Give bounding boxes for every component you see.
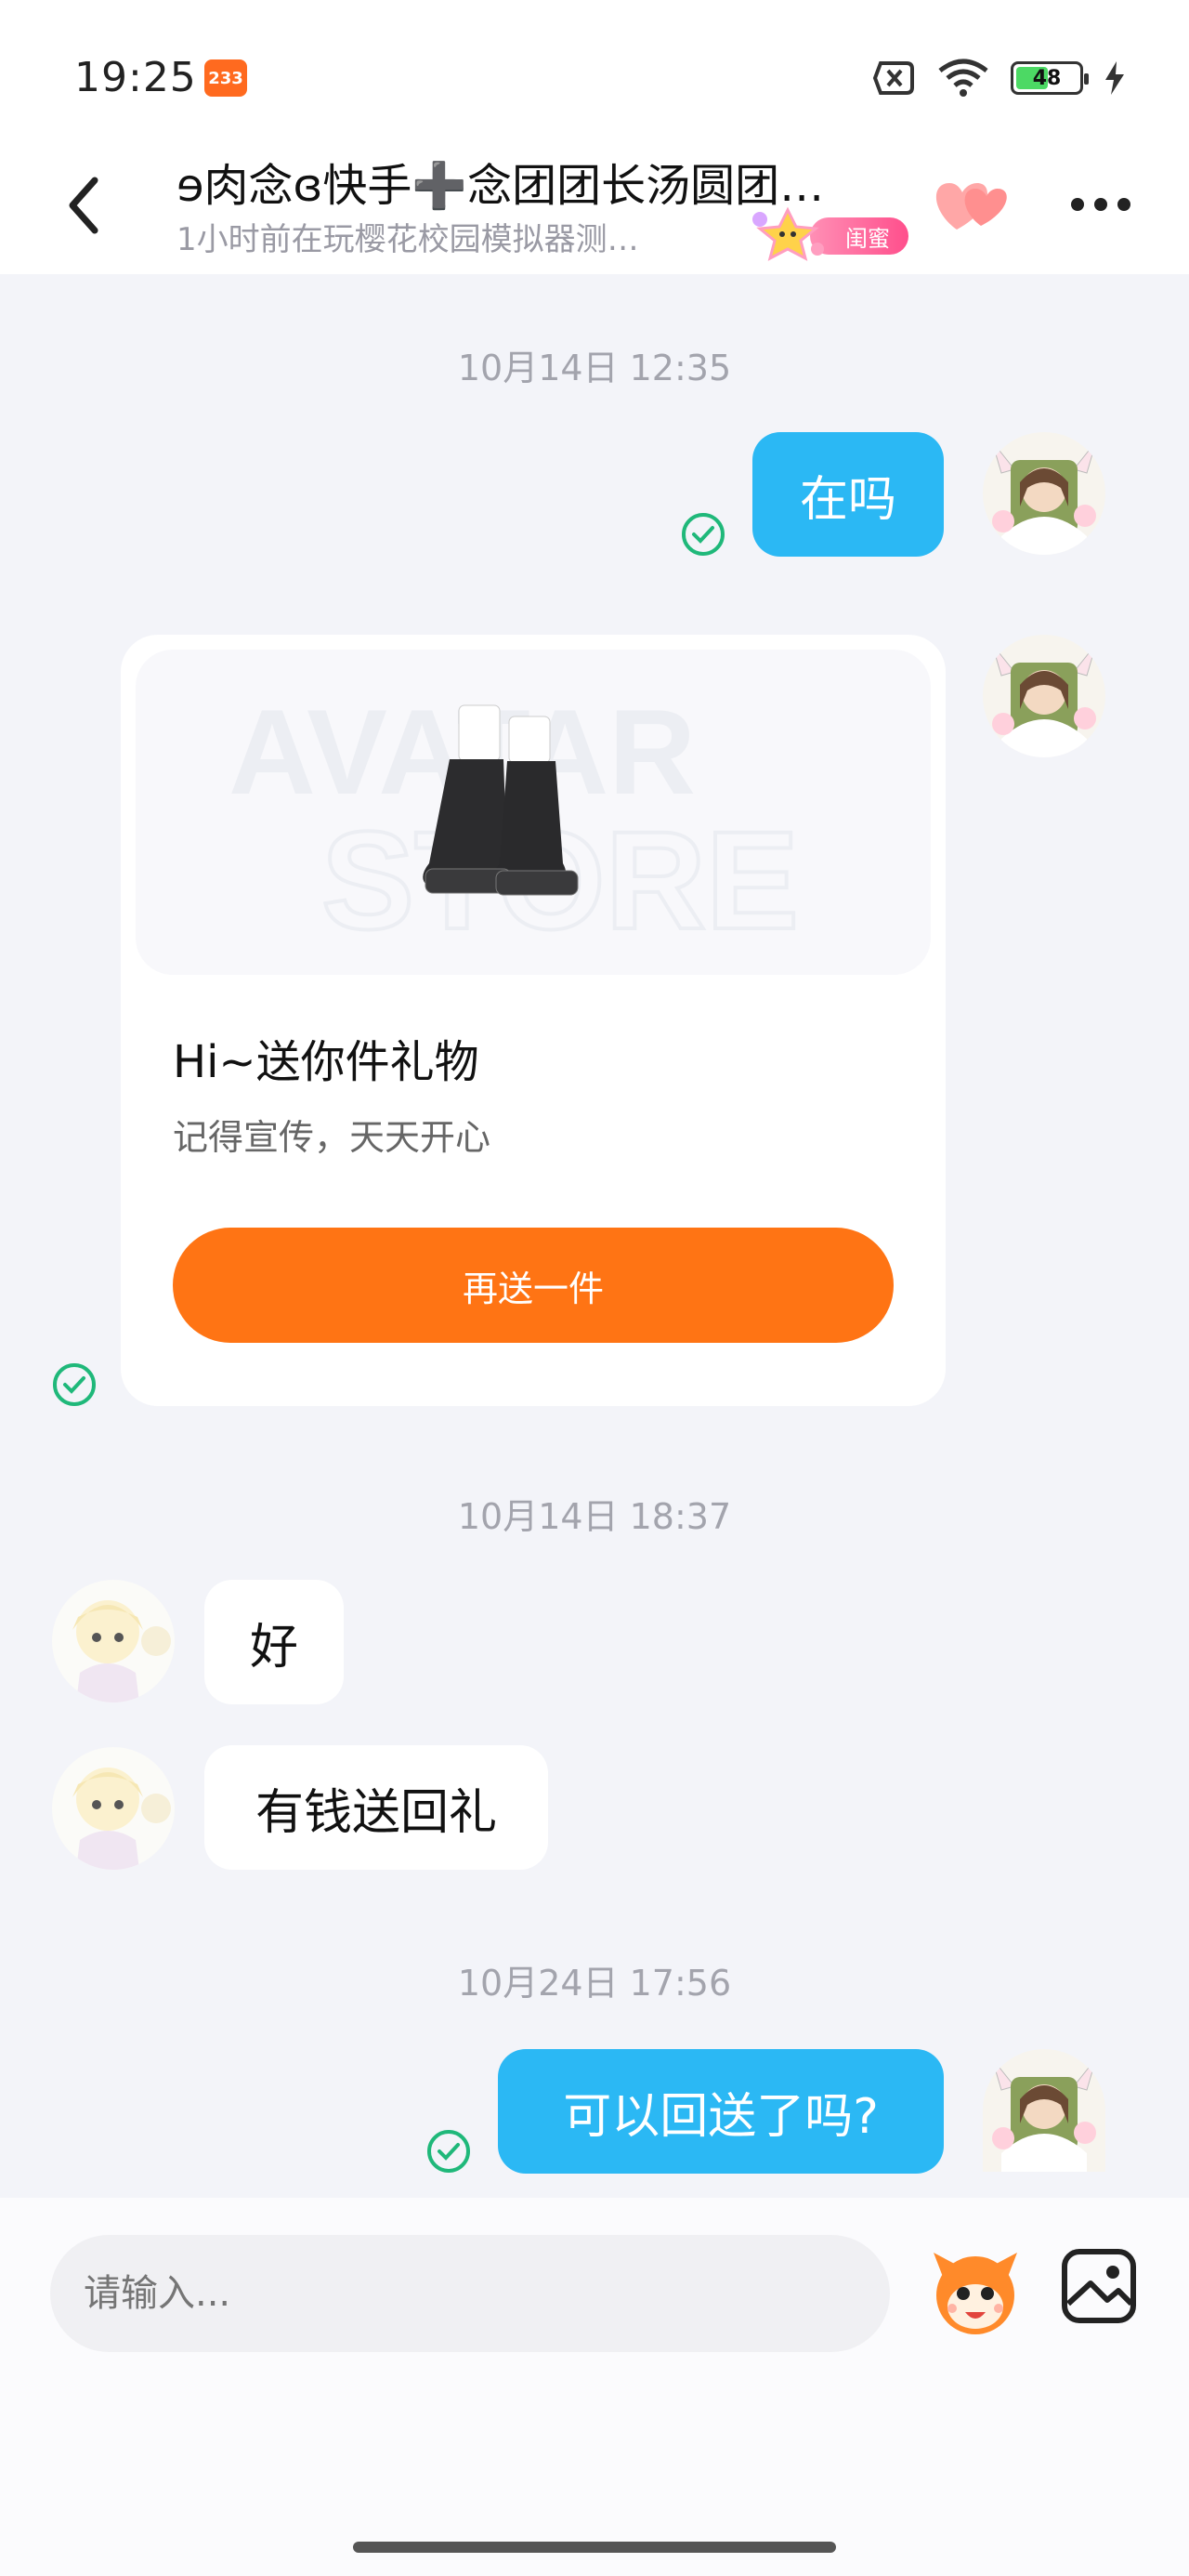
star-mascot-icon: [752, 206, 824, 261]
read-check-icon: [427, 2130, 470, 2173]
chat-header: ɘ肉念ɞ快手➕念团团长汤圆团… 1小时前在玩樱花校园模拟器测… 闺蜜: [0, 139, 1189, 274]
home-indicator[interactable]: [353, 2542, 836, 2553]
message-bubble-theirs[interactable]: 有钱送回礼: [204, 1745, 548, 1870]
more-icon[interactable]: [1068, 188, 1133, 221]
intimacy-hearts-icon[interactable]: [929, 172, 1013, 237]
contact-avatar[interactable]: [52, 1747, 175, 1870]
status-time: 19:25: [74, 54, 197, 101]
read-check-icon: [53, 1363, 96, 1406]
gift-title: Hi~送你件礼物: [173, 1036, 479, 1088]
battery-icon: 48: [1011, 61, 1089, 95]
avatar-image: [52, 1580, 175, 1702]
input-bar: [0, 2198, 1189, 2576]
contact-avatar[interactable]: [52, 1580, 175, 1702]
gift-description: 记得宣传，天天开心: [173, 1117, 491, 1158]
avatar-image: [983, 2049, 1105, 2172]
timestamp: 10月14日 12:35: [457, 348, 732, 388]
no-sim-icon: [872, 61, 914, 95]
avatar-image: [983, 432, 1105, 555]
read-check-icon: [682, 513, 725, 556]
emoji-mascot-icon[interactable]: [924, 2240, 1026, 2342]
gift-card[interactable]: AVATAR STORE Hi~送你件礼物 记得宣传，天天开心 再送一件: [121, 635, 946, 1406]
message-bubble-mine[interactable]: 在吗: [752, 432, 944, 557]
status-icons: 48: [871, 58, 1126, 99]
message-bubble-theirs[interactable]: 好: [204, 1580, 344, 1704]
status-bar: 19:25 233 48: [0, 0, 1189, 139]
battery-level: 48: [1032, 66, 1062, 90]
timestamp: 10月14日 18:37: [457, 1496, 732, 1537]
message-input[interactable]: [50, 2235, 890, 2352]
image-picker-icon[interactable]: [1059, 2246, 1139, 2326]
avatar-image: [983, 635, 1105, 757]
send-again-button[interactable]: 再送一件: [173, 1228, 894, 1343]
charging-icon: [1105, 61, 1124, 95]
app-badge-icon: 233: [204, 59, 247, 97]
chat-subtitle: 1小时前在玩樱花校园模拟器测…: [176, 221, 639, 258]
my-avatar[interactable]: [983, 432, 1105, 555]
message-bubble-mine[interactable]: 可以回送了吗?: [498, 2049, 944, 2174]
relationship-badge[interactable]: 闺蜜: [743, 206, 910, 261]
back-icon[interactable]: [58, 173, 113, 238]
chat-title[interactable]: ɘ肉念ɞ快手➕念团团长汤圆团…: [176, 149, 901, 214]
avatar-image: [52, 1747, 175, 1870]
wifi-icon: [938, 59, 988, 97]
timestamp: 10月24日 17:56: [457, 1963, 732, 2004]
gift-image: AVATAR STORE: [136, 650, 931, 975]
my-avatar[interactable]: [983, 635, 1105, 757]
avatar-store-watermark: AVATAR STORE: [229, 684, 801, 960]
my-avatar[interactable]: [983, 2049, 1105, 2198]
